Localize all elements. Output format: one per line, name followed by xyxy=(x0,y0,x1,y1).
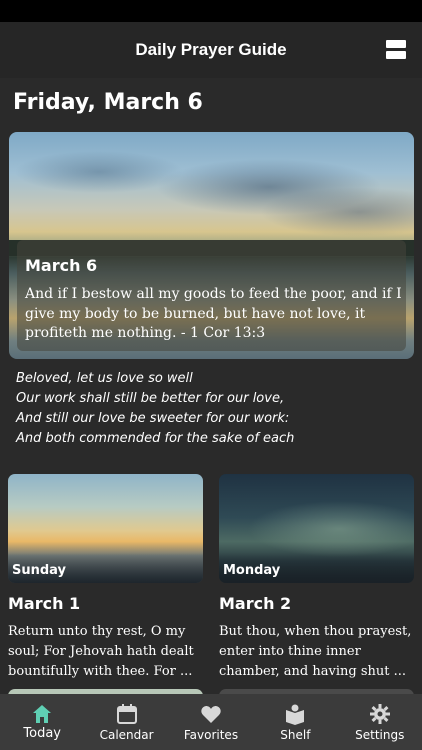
poem-line: And both commended for the sake of each xyxy=(16,431,295,446)
tab-label: Favorites xyxy=(183,728,239,742)
book-shelf-icon xyxy=(286,704,305,725)
poem: Beloved, let us love so well Our work sh… xyxy=(16,369,411,449)
tab-label: Settings xyxy=(355,728,405,742)
nav-bar: Daily Prayer Guide xyxy=(0,22,422,78)
page-title: Friday, March 6 xyxy=(13,90,203,115)
tab-today[interactable]: Today xyxy=(0,694,84,750)
poem-line: And still our love be sweeter for our wo… xyxy=(16,411,290,426)
featured-verse-card[interactable]: March 6 And if I bestow all my goods to … xyxy=(9,132,414,359)
tab-label: Calendar xyxy=(99,728,154,742)
tab-label: Today xyxy=(23,726,61,741)
poem-line: Beloved, let us love so well xyxy=(16,371,193,386)
app-title: Daily Prayer Guide xyxy=(135,40,287,59)
card-day-label: Monday xyxy=(223,563,281,578)
menu-icon[interactable] xyxy=(386,40,406,60)
card-excerpt: Return unto thy rest, O my soul; For Jeh… xyxy=(8,624,194,679)
tab-settings[interactable]: Settings xyxy=(338,694,422,750)
card-date: March 2 xyxy=(219,594,292,613)
poem-line: Our work shall still be better for our l… xyxy=(16,391,285,406)
main-content[interactable]: Friday, March 6 March 6 And if I bestow … xyxy=(0,78,422,694)
hero-verse: And if I bestow all my goods to feed the… xyxy=(25,286,402,341)
hero-image xyxy=(9,132,414,242)
gear-icon xyxy=(369,704,390,724)
tab-calendar[interactable]: Calendar xyxy=(84,694,168,750)
hero-date: March 6 xyxy=(25,256,98,275)
status-bar xyxy=(0,0,422,22)
card-date: March 1 xyxy=(8,594,81,613)
tab-favorites[interactable]: Favorites xyxy=(169,694,253,750)
day-card-sunday[interactable]: Sunday March 1 Return unto thy rest, O m… xyxy=(8,474,203,692)
tab-label: Shelf xyxy=(280,728,311,742)
card-day-label: Sunday xyxy=(12,563,67,578)
heart-icon xyxy=(201,706,221,723)
day-card-monday[interactable]: Monday March 2 But thou, when thou praye… xyxy=(219,474,414,692)
card-excerpt: But thou, when thou prayest, enter into … xyxy=(219,624,412,679)
tab-shelf[interactable]: Shelf xyxy=(253,694,337,750)
home-icon xyxy=(33,705,52,723)
calendar-icon xyxy=(116,704,137,724)
tab-bar: Today Calendar Favorites Shelf Settings xyxy=(0,694,422,750)
